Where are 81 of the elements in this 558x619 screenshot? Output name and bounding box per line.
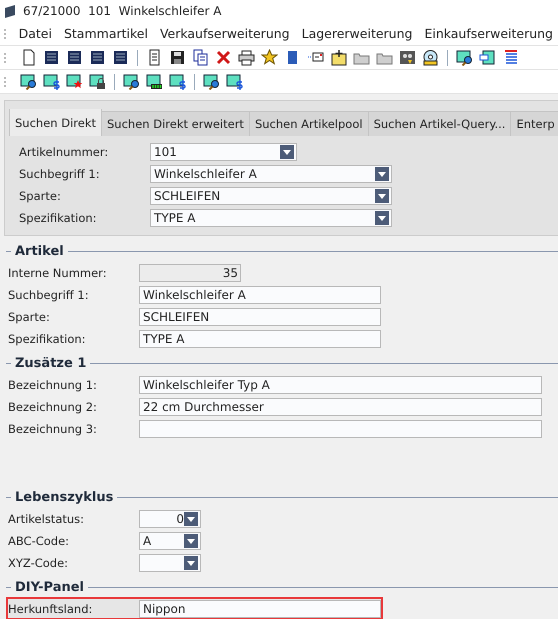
combo-box[interactable]: [139, 554, 201, 572]
field-label: ABC-Code:: [8, 534, 70, 548]
combo-box[interactable]: Winkelschleifer A: [150, 164, 392, 182]
input-field[interactable]: TYPE A: [139, 330, 381, 348]
delete-icon[interactable]: [215, 49, 232, 66]
folder-add-icon[interactable]: [330, 49, 347, 66]
field-value: 0: [176, 512, 184, 526]
database-icon[interactable]: [43, 49, 60, 66]
input-field[interactable]: Winkelschleifer A: [139, 286, 381, 304]
menu-item[interactable]: Datei: [14, 26, 57, 41]
field-value: Winkelschleifer A: [154, 166, 257, 180]
field-label: Artikelnummer:: [19, 144, 110, 158]
menu-item[interactable]: Verkaufserweiterung: [154, 26, 295, 41]
combo-box[interactable]: SCHLEIFEN: [150, 186, 392, 204]
field-label: Bezeichnung 2:: [8, 400, 98, 414]
section-title: DIY-Panel: [15, 580, 84, 594]
field-label: Bezeichnung 1:: [8, 378, 98, 392]
field-label: Bezeichnung 3:: [8, 422, 98, 436]
field-label: Interne Nummer:: [8, 266, 108, 280]
field-value: Winkelschleifer A: [143, 288, 246, 302]
money-icon[interactable]: [226, 73, 243, 90]
search-icon[interactable]: [456, 49, 473, 66]
field-value: Nippon: [143, 602, 186, 616]
input-field[interactable]: Winkelschleifer Typ A: [139, 376, 542, 394]
input-field[interactable]: Nippon: [139, 600, 381, 618]
field-value: SCHLEIFEN: [143, 310, 210, 324]
field-value: 101: [154, 144, 177, 158]
money-icon[interactable]: [169, 73, 186, 90]
app-icon: [5, 4, 15, 18]
section-title: Artikel: [15, 244, 64, 258]
combo-box[interactable]: 101: [150, 142, 297, 160]
copy-icon[interactable]: [192, 49, 209, 66]
field-value: 35: [222, 266, 238, 280]
field-label: Spezifikation:: [8, 332, 87, 346]
menu-item[interactable]: Einkaufserweiterung: [419, 26, 558, 41]
menu-item[interactable]: Stammartikel: [58, 26, 153, 41]
field-value: Winkelschleifer Typ A: [143, 378, 270, 392]
database-icon[interactable]: [66, 49, 83, 66]
tab[interactable]: Enterp: [511, 111, 558, 136]
field-value: TYPE A: [143, 332, 185, 346]
combo-box[interactable]: 0: [139, 510, 201, 528]
field-label: XYZ-Code:: [8, 556, 70, 570]
tab[interactable]: Suchen Artikelpool: [250, 111, 369, 136]
database-icon[interactable]: [112, 49, 129, 66]
field-label: Spezifikation:: [19, 210, 98, 224]
field-label: Suchbegriff 1:: [8, 288, 90, 302]
search-icon[interactable]: [203, 73, 220, 90]
exit-icon[interactable]: [479, 49, 496, 66]
field-label: Sparte:: [19, 188, 62, 202]
field-label: Herkunftsland:: [8, 602, 94, 616]
printer-icon[interactable]: [238, 49, 255, 66]
input-field[interactable]: [139, 420, 542, 438]
tab[interactable]: Suchen Direkt erweitert: [102, 111, 250, 136]
input-field[interactable]: SCHLEIFEN: [139, 308, 381, 326]
star-icon[interactable]: [66, 73, 83, 90]
money-icon[interactable]: [43, 73, 60, 90]
menu-item[interactable]: Lagererweiterung: [296, 26, 418, 41]
field-label: Suchbegriff 1:: [19, 166, 101, 180]
database-icon[interactable]: [89, 49, 106, 66]
section-title: Lebenszyklus: [15, 490, 114, 504]
star-icon[interactable]: [261, 49, 278, 66]
field-label: Sparte:: [8, 310, 51, 324]
tab[interactable]: Suchen Direkt: [9, 109, 102, 136]
search-icon[interactable]: [123, 73, 140, 90]
section-title: Zusätze 1: [15, 356, 86, 370]
disc-icon[interactable]: [422, 49, 439, 66]
field-label: Artikelstatus:: [8, 512, 86, 526]
field-value: A: [143, 534, 152, 548]
input-field[interactable]: 22 cm Durchmesser: [139, 398, 542, 416]
search-icon[interactable]: [20, 73, 37, 90]
lock-icon[interactable]: [89, 73, 106, 90]
combo-box[interactable]: TYPE A: [150, 208, 392, 226]
battery-icon[interactable]: [146, 73, 163, 90]
field-value: 22 cm Durchmesser: [143, 400, 264, 414]
tab[interactable]: Suchen Artikel-Query...: [368, 111, 512, 136]
field-value: SCHLEIFEN: [154, 188, 220, 202]
field-value: TYPE A: [154, 210, 196, 224]
save-icon[interactable]: [169, 49, 186, 66]
window-title: 67/21000 101 Winkelschleifer A: [23, 4, 222, 18]
combo-box[interactable]: A: [139, 532, 201, 550]
input-field[interactable]: 35: [139, 264, 241, 282]
